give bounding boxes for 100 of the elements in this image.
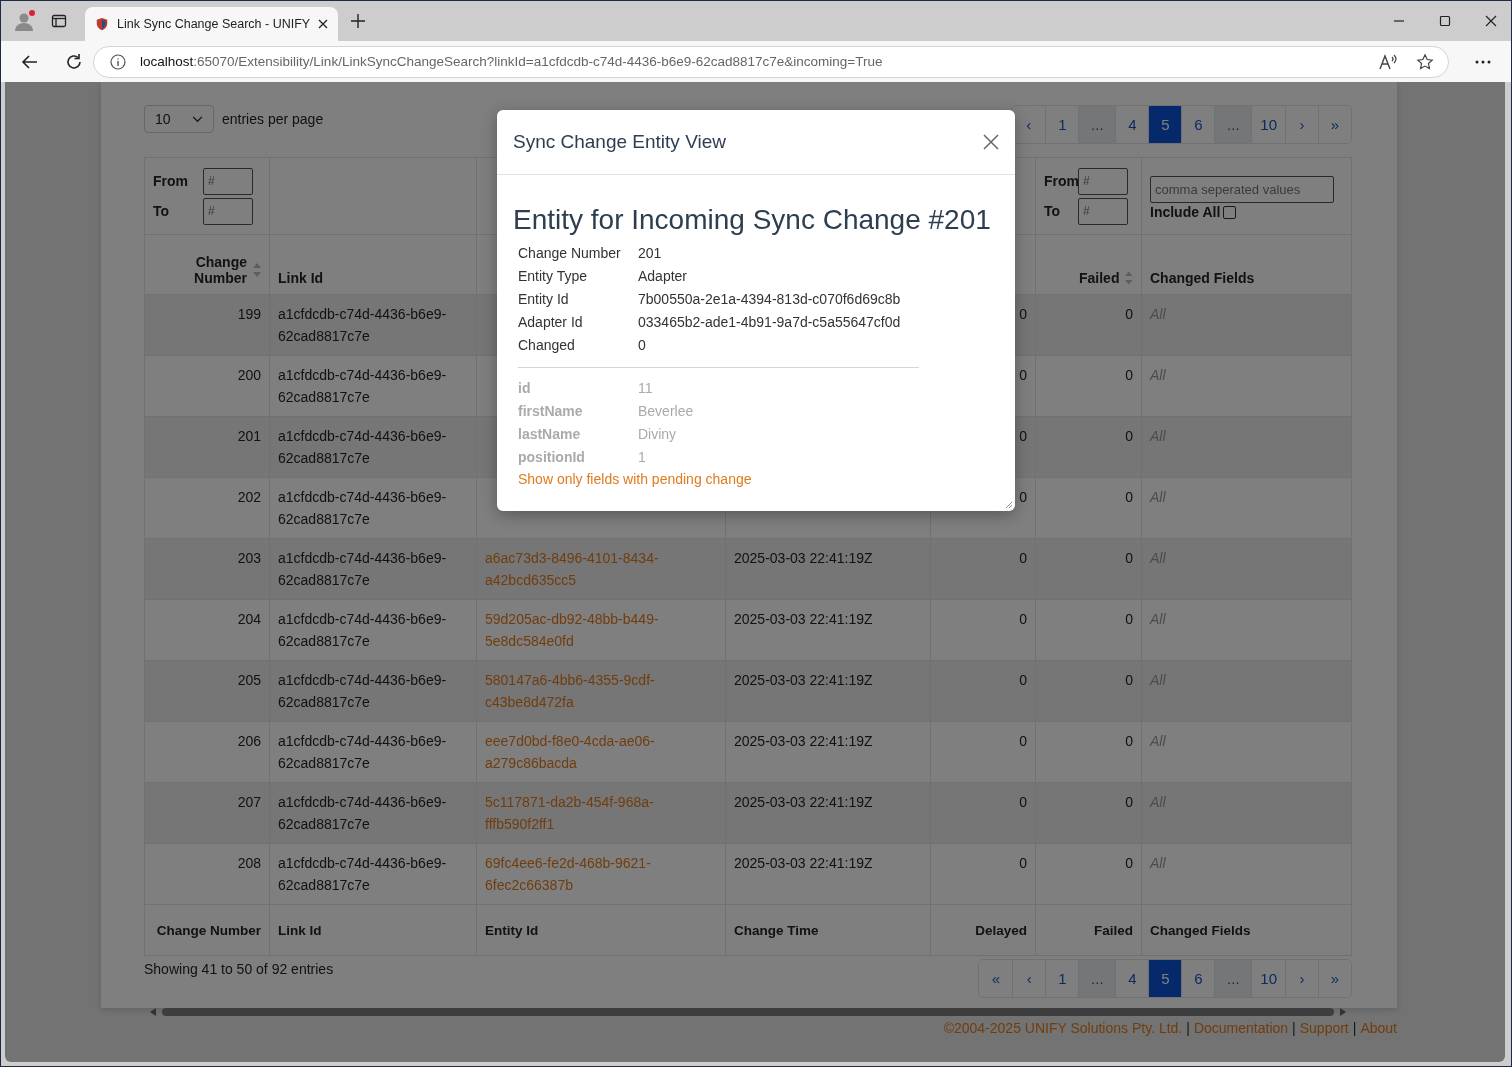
- ellipsis-button[interactable]: ...: [1078, 960, 1116, 997]
- column-header[interactable]: Link Id: [278, 270, 324, 286]
- tab-actions-icon[interactable]: [51, 13, 67, 29]
- footer-link[interactable]: Support: [1299, 1020, 1349, 1036]
- table-cell: 0: [1125, 733, 1133, 749]
- table-cell: 0: [1019, 367, 1027, 383]
- browser-tab[interactable]: Link Sync Change Search - UNIFY: [85, 7, 339, 41]
- table-cell: 202: [237, 489, 261, 505]
- ellipsis-button[interactable]: ...: [1214, 960, 1252, 997]
- table-cell: 208: [237, 855, 261, 871]
- from-label: From: [153, 173, 189, 189]
- modal-title: Sync Change Entity View: [513, 131, 726, 153]
- tab-title: Link Sync Change Search - UNIFY: [117, 17, 311, 31]
- address-field[interactable]: localhost:65070/Extensibility/Link/LinkSyncChangeSearch?linkId=a1cfdcdb-c74d-4436-b6e9-62cad8817c7e&incoming=True: [93, 45, 1449, 78]
- table-cell: 203: [237, 550, 261, 566]
- table-cell: 0: [1019, 550, 1027, 566]
- changed-fields-input[interactable]: comma seperated values: [1150, 176, 1334, 203]
- column-header[interactable]: Changed Fields: [1150, 270, 1255, 286]
- entries-per-page-label: entries per page: [222, 111, 324, 127]
- property-label: Changed: [518, 336, 576, 355]
- property-label: Entity Type: [518, 267, 588, 286]
- property-value: 201: [638, 244, 663, 263]
- to-input[interactable]: #: [1078, 197, 1128, 225]
- read-aloud-icon[interactable]: [1378, 52, 1398, 71]
- table-cell: 2025-03-03 22:41:19Z: [734, 855, 873, 871]
- table-cell: 0: [1125, 672, 1133, 688]
- field-name: positionId: [518, 448, 586, 467]
- reload-icon[interactable]: [65, 52, 83, 71]
- table-cell: a1cfdcdb-c74d-4436-b6e9-62cad8817c7e: [278, 733, 447, 771]
- profile-icon[interactable]: [13, 9, 37, 33]
- chevron-down-icon: [192, 115, 203, 123]
- property-value: 0: [638, 336, 647, 355]
- horizontal-scrollbar[interactable]: [150, 1007, 1346, 1017]
- table-cell: 0: [1125, 550, 1133, 566]
- table-cell: 0: [1019, 306, 1027, 322]
- table-cell: 206: [237, 733, 261, 749]
- last-page-button[interactable]: »: [1318, 960, 1351, 997]
- resize-handle-icon[interactable]: [1005, 501, 1013, 509]
- table-cell: a1cfdcdb-c74d-4436-b6e9-62cad8817c7e: [278, 794, 447, 832]
- table-cell: 199: [237, 306, 261, 322]
- maximize-icon[interactable]: [1439, 15, 1451, 27]
- to-label: To: [1044, 203, 1062, 219]
- from-label: From: [1044, 173, 1078, 189]
- property-label: Adapter Id: [518, 313, 584, 332]
- back-icon[interactable]: [21, 52, 39, 71]
- ellipsis-button[interactable]: ...: [1078, 106, 1116, 143]
- field-value: 11: [638, 379, 654, 398]
- table-cell: 200: [237, 367, 261, 383]
- property-value: Adapter: [638, 267, 689, 286]
- table-cell: a1cfdcdb-c74d-4436-b6e9-62cad8817c7e: [278, 855, 447, 893]
- table-cell: 2025-03-03 22:41:19Z: [734, 794, 873, 810]
- ellipsis-button[interactable]: ...: [1214, 106, 1252, 143]
- table-cell: 207: [237, 794, 261, 810]
- table-cell: 0: [1019, 794, 1027, 810]
- close-icon[interactable]: [318, 19, 329, 29]
- column-footer: Link Id: [278, 922, 322, 938]
- from-input[interactable]: #: [1078, 167, 1128, 195]
- footer-link[interactable]: ©2004-2025 UNIFY Solutions Pty. Ltd.: [943, 1020, 1183, 1036]
- table-cell: a1cfdcdb-c74d-4436-b6e9-62cad8817c7e: [278, 367, 447, 405]
- table-cell: a1cfdcdb-c74d-4436-b6e9-62cad8817c7e: [278, 672, 447, 710]
- more-icon[interactable]: [1475, 59, 1491, 64]
- footer-link[interactable]: About: [1360, 1020, 1397, 1036]
- table-cell: 2025-03-03 22:41:19Z: [734, 672, 873, 688]
- table-cell: 0: [1125, 794, 1133, 810]
- page-size-select[interactable]: 10: [144, 105, 214, 133]
- entity-heading: Entity for Incoming Sync Change #201: [513, 204, 992, 236]
- last-page-button[interactable]: »: [1318, 106, 1351, 143]
- table-cell: 0: [1019, 611, 1027, 627]
- table-cell: 0: [1019, 672, 1027, 688]
- info-icon[interactable]: [110, 53, 126, 70]
- table-cell: 0: [1125, 489, 1133, 505]
- table-cell: a1cfdcdb-c74d-4436-b6e9-62cad8817c7e: [278, 428, 447, 466]
- close-icon[interactable]: [1485, 15, 1497, 27]
- table-cell: 201: [237, 428, 261, 444]
- table-cell: 0: [1019, 855, 1027, 871]
- pending-fields-link[interactable]: Show only fields with pending change: [518, 471, 752, 487]
- field-name: lastName: [518, 425, 582, 444]
- table-cell: 0: [1125, 611, 1133, 627]
- shield-icon: [95, 17, 109, 31]
- star-icon[interactable]: [1416, 52, 1434, 71]
- page-button[interactable]: 5: [1148, 960, 1182, 997]
- table-cell: 0: [1125, 428, 1133, 444]
- table-cell: 2025-03-03 22:41:19Z: [734, 733, 873, 749]
- footer-link[interactable]: Documentation: [1193, 1020, 1289, 1036]
- table-cell: 0: [1125, 367, 1133, 383]
- field-name: id: [518, 379, 532, 398]
- to-input[interactable]: #: [203, 197, 253, 225]
- page-button[interactable]: 5: [1148, 106, 1182, 143]
- to-label: To: [153, 203, 171, 219]
- field-name: firstName: [518, 402, 584, 421]
- footer-separator: |: [1352, 1020, 1357, 1036]
- include-all-checkbox[interactable]: [1223, 205, 1237, 219]
- field-value: Diviny: [638, 425, 678, 444]
- column-footer: Delayed: [975, 922, 1027, 938]
- table-cell: 204: [237, 611, 261, 627]
- table-cell: 205: [237, 672, 261, 688]
- table-cell: a1cfdcdb-c74d-4436-b6e9-62cad8817c7e: [278, 306, 447, 344]
- column-header[interactable]: Failed: [1044, 270, 1122, 286]
- new-tab-icon[interactable]: [350, 13, 367, 29]
- from-input[interactable]: #: [203, 167, 253, 195]
